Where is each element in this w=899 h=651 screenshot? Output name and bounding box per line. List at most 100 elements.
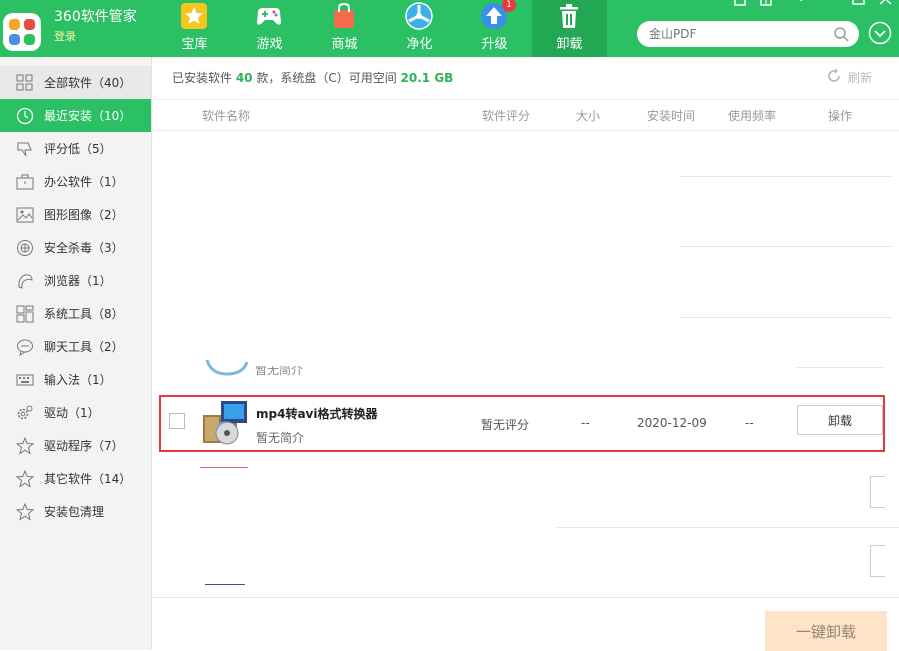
sidebar-item-label: 系统工具（8）: [44, 305, 124, 322]
sidebar-item-label: 驱动程序（7）: [44, 437, 124, 454]
uninstall-button-partial[interactable]: [870, 545, 885, 577]
shopping-bag-icon: [330, 2, 358, 30]
app-logo-icon: [0, 10, 44, 54]
search-input[interactable]: [637, 21, 859, 47]
app-desc-partial: 暂无简介: [255, 361, 303, 378]
sidebar-item-browser[interactable]: 浏览器（1）: [0, 264, 151, 297]
footer-bar: 一键卸载: [152, 597, 899, 651]
uninstall-button[interactable]: 卸载: [797, 405, 883, 435]
minimize-icon[interactable]: [826, 0, 840, 6]
grid-icon: [16, 74, 34, 92]
app-size: --: [581, 416, 590, 430]
row-divider: [796, 367, 884, 368]
table-header: 软件名称 软件评分 大小 安装时间 使用频率 操作: [152, 99, 899, 131]
gear-icon: [16, 404, 34, 422]
row-divider: [680, 317, 892, 318]
installed-count: 40: [236, 71, 253, 85]
tab-purify[interactable]: 净化: [382, 0, 457, 57]
refresh-icon: [826, 68, 842, 84]
sidebar-item-label: 全部软件（40）: [44, 74, 131, 91]
sidebar-item-label: 其它软件（14）: [44, 470, 131, 487]
sidebar-item-graphics[interactable]: 图形图像（2）: [0, 198, 151, 231]
tab-uninstall[interactable]: 卸载: [532, 0, 607, 57]
uninstall-button-partial[interactable]: [870, 476, 885, 508]
sidebar-item-package-cleanup[interactable]: 安装包清理: [0, 495, 151, 528]
sidebar-item-recent[interactable]: 最近安装（10）: [0, 99, 151, 132]
thumbs-down-icon: [16, 140, 34, 158]
tab-baoku[interactable]: 宝库: [157, 0, 232, 57]
sidebar-item-all[interactable]: 全部软件（40）: [0, 66, 151, 99]
installer-app-icon: [201, 399, 249, 447]
col-size: 大小: [576, 107, 600, 124]
trash-icon: [555, 2, 583, 30]
table-row: mp4转avi格式转换器 暂无简介 暂无评分 -- 2020-12-09 -- …: [159, 395, 885, 452]
star-icon: [180, 2, 208, 30]
tab-label: 宝库: [157, 33, 232, 52]
sidebar-item-input-method[interactable]: 输入法（1）: [0, 363, 151, 396]
tab-mall[interactable]: 商城: [307, 0, 382, 57]
app-name: mp4转avi格式转换器: [256, 405, 377, 422]
clock-icon: [16, 107, 34, 125]
briefcase-icon: [16, 173, 34, 191]
sidebar-item-other[interactable]: 其它软件（14）: [0, 462, 151, 495]
batch-uninstall-button[interactable]: 一键卸载: [765, 611, 887, 651]
sidebar-item-label: 安全杀毒（3）: [44, 239, 124, 256]
app-desc: 暂无简介: [256, 429, 304, 446]
app-title: 360软件管家: [54, 6, 137, 26]
sidebar-item-security[interactable]: 安全杀毒（3）: [0, 231, 151, 264]
app-frequency: --: [745, 416, 754, 430]
login-link[interactable]: 登录: [54, 28, 76, 44]
app-install-date: 2020-12-09: [637, 416, 707, 430]
sidebar-item-office[interactable]: 办公软件（1）: [0, 165, 151, 198]
sidebar-item-low-rating[interactable]: 评分低（5）: [0, 132, 151, 165]
star-outline-icon: [16, 437, 34, 455]
summary-prefix: 已安装软件: [172, 71, 236, 85]
gamepad-icon: [255, 2, 283, 30]
install-summary: 已安装软件 40 款，系统盘（C）可用空间 20.1 GB: [172, 69, 453, 86]
skin-icon[interactable]: [734, 0, 748, 6]
tab-label: 商城: [307, 33, 382, 52]
sidebar-item-label: 图形图像（2）: [44, 206, 124, 223]
download-icon[interactable]: [868, 21, 892, 45]
close-icon[interactable]: [879, 0, 893, 6]
sidebar-item-system-tools[interactable]: 系统工具（8）: [0, 297, 151, 330]
category-sidebar: 全部软件（40） 最近安装（10） 评分低（5） 办公软件（1） 图形图像（2）…: [0, 57, 152, 650]
sidebar-item-label: 办公软件（1）: [44, 173, 124, 190]
chat-bubble-icon: [16, 338, 34, 356]
sidebar-item-label: 评分低（5）: [44, 140, 112, 157]
app-rating: 暂无评分: [481, 416, 529, 433]
image-icon: [16, 206, 34, 224]
top-bar: 360软件管家 登录 宝库 游戏 商城 净化: [0, 0, 899, 57]
sidebar-item-label: 输入法（1）: [44, 371, 112, 388]
sidebar-item-label: 驱动（1）: [44, 404, 100, 421]
summary-middle: 款，系统盘（C）可用空间: [253, 71, 401, 85]
menu-icon[interactable]: [760, 0, 774, 6]
shield-icon: [16, 239, 34, 257]
chevron-down-icon[interactable]: [794, 0, 808, 6]
row-divider: [680, 246, 892, 247]
col-install-time: 安装时间: [647, 107, 695, 124]
update-count-badge: 1: [502, 0, 516, 12]
tab-upgrade[interactable]: 1 升级: [457, 0, 532, 57]
refresh-label: 刷新: [848, 69, 872, 86]
col-frequency: 使用频率: [728, 107, 776, 124]
row-divider: [555, 527, 899, 528]
sidebar-item-chat[interactable]: 聊天工具（2）: [0, 330, 151, 363]
sidebar-item-driver-programs[interactable]: 驱动程序（7）: [0, 429, 151, 462]
sidebar-item-label: 浏览器（1）: [44, 272, 112, 289]
row-checkbox[interactable]: [169, 413, 185, 429]
search-icon[interactable]: [833, 26, 849, 42]
row-divider: [205, 584, 245, 585]
row-divider: [680, 176, 892, 177]
free-space: 20.1 GB: [401, 71, 454, 85]
tab-games[interactable]: 游戏: [232, 0, 307, 57]
sidebar-item-driver[interactable]: 驱动（1）: [0, 396, 151, 429]
col-name: 软件名称: [202, 107, 250, 124]
row-divider: [200, 467, 248, 468]
tab-label: 卸载: [532, 33, 607, 52]
tab-label: 升级: [457, 33, 532, 52]
sidebar-item-label: 最近安装（10）: [44, 107, 131, 124]
browser-icon: [16, 272, 34, 290]
maximize-icon[interactable]: [852, 0, 866, 6]
star-outline-icon: [16, 470, 34, 488]
